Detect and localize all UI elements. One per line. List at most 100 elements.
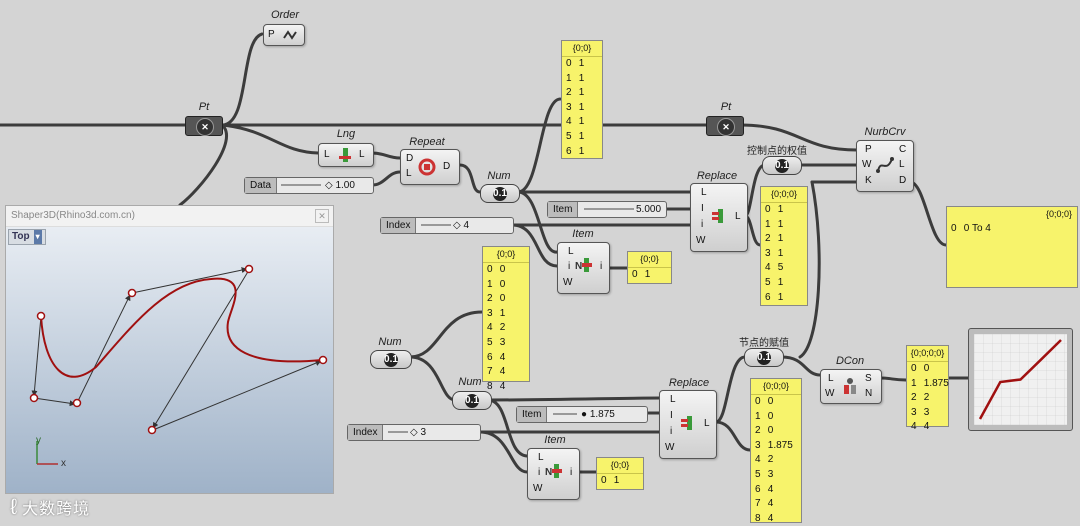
- panel-row: 1 1: [562, 72, 602, 87]
- row-value: 2: [765, 454, 774, 466]
- order-icon: [283, 30, 297, 40]
- axis-x-label: x: [61, 458, 66, 469]
- row-index: 6: [765, 291, 771, 303]
- row-index: 3: [566, 101, 572, 113]
- rhino-viewport[interactable]: Top ▾ y x: [6, 227, 333, 493]
- num1-param[interactable]: 0.1: [480, 184, 520, 203]
- row-index: 5: [566, 130, 572, 142]
- panel-row: 1 1: [761, 218, 807, 233]
- data-slider-value: ◇ 1.00: [325, 180, 355, 191]
- item1-component[interactable]: L i W N i: [557, 242, 610, 294]
- knots-param[interactable]: 0.1: [744, 348, 784, 367]
- panel-knots-header: {0;0}: [483, 247, 529, 263]
- panel-dcon[interactable]: {0;0;0;0} 0 01 1.875 2 23 34 4: [906, 345, 949, 432]
- row-value: 1: [775, 276, 784, 288]
- data-slider[interactable]: Data ◇ 1.00: [244, 177, 374, 194]
- value-graph[interactable]: [968, 328, 1073, 431]
- row-index: 5: [487, 336, 493, 348]
- panel-dcon-header: {0;0;0;0}: [907, 346, 948, 362]
- row-value: 3: [765, 468, 774, 480]
- panel-row: 3 1: [483, 307, 529, 322]
- panel-weights[interactable]: {0;0} 0 11 12 13 14 15 16 1: [561, 40, 603, 159]
- row-index: 0: [487, 264, 493, 275]
- index2-slider[interactable]: Index ◇ 3: [347, 424, 481, 441]
- close-icon[interactable]: ✕: [315, 209, 329, 223]
- panel-row: 4 5: [761, 261, 807, 276]
- weights-param-badge: 0.1: [775, 158, 789, 173]
- row-value: 1: [576, 87, 585, 99]
- replace-items-icon: [712, 209, 723, 223]
- panel-item1[interactable]: {0;0} 0 1: [627, 251, 672, 284]
- panel-row: 7 4: [751, 497, 801, 512]
- panel-knots[interactable]: {0;0} 0 01 02 03 14 25 36 47 48 4: [482, 246, 530, 392]
- row-value: 2: [921, 392, 930, 404]
- item-slider-2[interactable]: Item ● 1.875: [516, 406, 648, 423]
- item-slider-1-label: Item: [548, 202, 579, 217]
- nurbs-curve-icon: [876, 157, 894, 173]
- panel-replace1-rows: 0 11 12 13 14 55 16 1: [761, 203, 807, 305]
- panel-row: 1 0: [483, 278, 529, 293]
- row-index: 0: [755, 396, 761, 407]
- nurbcrv-component[interactable]: P W K C L D: [856, 140, 914, 192]
- control-point: [244, 264, 254, 274]
- row-value: 2: [497, 322, 506, 334]
- order-component[interactable]: P: [263, 24, 305, 46]
- panel-row: 1 0: [751, 410, 801, 425]
- panel-domain[interactable]: {0;0;0} 0 0 To 4: [946, 206, 1078, 288]
- order-label: Order: [270, 9, 300, 21]
- rhino-viewport-window[interactable]: Shaper3D(Rhino3d.com.cn) ✕ Top ▾ y x: [5, 205, 334, 494]
- item-slider-1[interactable]: Item 5.000: [547, 201, 667, 218]
- lng-component[interactable]: L L: [318, 143, 374, 167]
- row-index: 4: [755, 454, 761, 466]
- num1-label: Num: [487, 170, 511, 182]
- pt2-param[interactable]: ✕: [706, 116, 744, 136]
- control-point: [147, 425, 157, 435]
- row-value: 1: [576, 116, 585, 128]
- item1-out-port: i: [600, 261, 603, 272]
- row-value: 1: [576, 101, 585, 113]
- weights-param[interactable]: 0.1: [762, 156, 802, 175]
- panel-row: 2 2: [907, 391, 948, 406]
- row-value: 1: [576, 72, 585, 84]
- panel-row: 2 1: [761, 232, 807, 247]
- replace1-component[interactable]: L I i W L: [690, 183, 748, 252]
- viewport-drawing: [29, 264, 328, 465]
- item-slider-2-value: ● 1.875: [581, 409, 615, 420]
- panel-row: 6 1: [562, 145, 602, 160]
- control-point: [29, 393, 39, 403]
- lng-label: Lng: [336, 128, 356, 140]
- panel-replace2[interactable]: {0;0;0} 0 01 02 03 1.875 4 25 36 47 48 4: [750, 378, 802, 526]
- dcon-items-port: N: [865, 388, 873, 399]
- dcon-component[interactable]: L W S N: [820, 369, 882, 404]
- pt1-param[interactable]: ✕: [185, 116, 223, 136]
- panel-row: 3 1.875: [751, 439, 801, 454]
- index1-value: ◇ 4: [453, 220, 470, 231]
- replace2-component[interactable]: L I i W L: [659, 390, 717, 459]
- num3-param[interactable]: 0.1: [452, 391, 492, 410]
- panel-item2[interactable]: {0;0} 0 1: [596, 457, 644, 490]
- panel-row: 3 3: [907, 406, 948, 421]
- panel-row: 8 4: [751, 512, 801, 526]
- nurbcrv-knots-port: K: [865, 175, 872, 186]
- control-point: [72, 398, 82, 408]
- knots-param-label: 节点的赋值: [739, 338, 789, 349]
- nurbs-curve: [40, 277, 323, 378]
- row-value: 4: [765, 483, 774, 495]
- lng-out-port: L: [359, 149, 365, 160]
- row-value: 1: [775, 204, 784, 215]
- row-value: 0: [497, 278, 506, 290]
- index1-slider[interactable]: Index ◇ 4: [380, 217, 514, 234]
- item2-component[interactable]: L i W N i: [527, 448, 580, 500]
- row-index: 0: [951, 223, 957, 234]
- replace1-list-port: L: [701, 187, 707, 198]
- panel-replace1[interactable]: {0;0;0} 0 11 12 13 14 55 16 1: [760, 186, 808, 306]
- panel-row: 5 1: [761, 276, 807, 291]
- watermark: ℓ 大数跨境: [10, 494, 94, 520]
- row-index: 2: [765, 233, 771, 245]
- row-value: 0: [921, 363, 930, 374]
- row-index: 2: [487, 293, 493, 305]
- repeat-component[interactable]: D L D: [400, 149, 460, 185]
- row-value: 1: [497, 307, 506, 319]
- panel-row: 5 1: [562, 130, 602, 145]
- num2-param[interactable]: 0.1: [370, 350, 412, 369]
